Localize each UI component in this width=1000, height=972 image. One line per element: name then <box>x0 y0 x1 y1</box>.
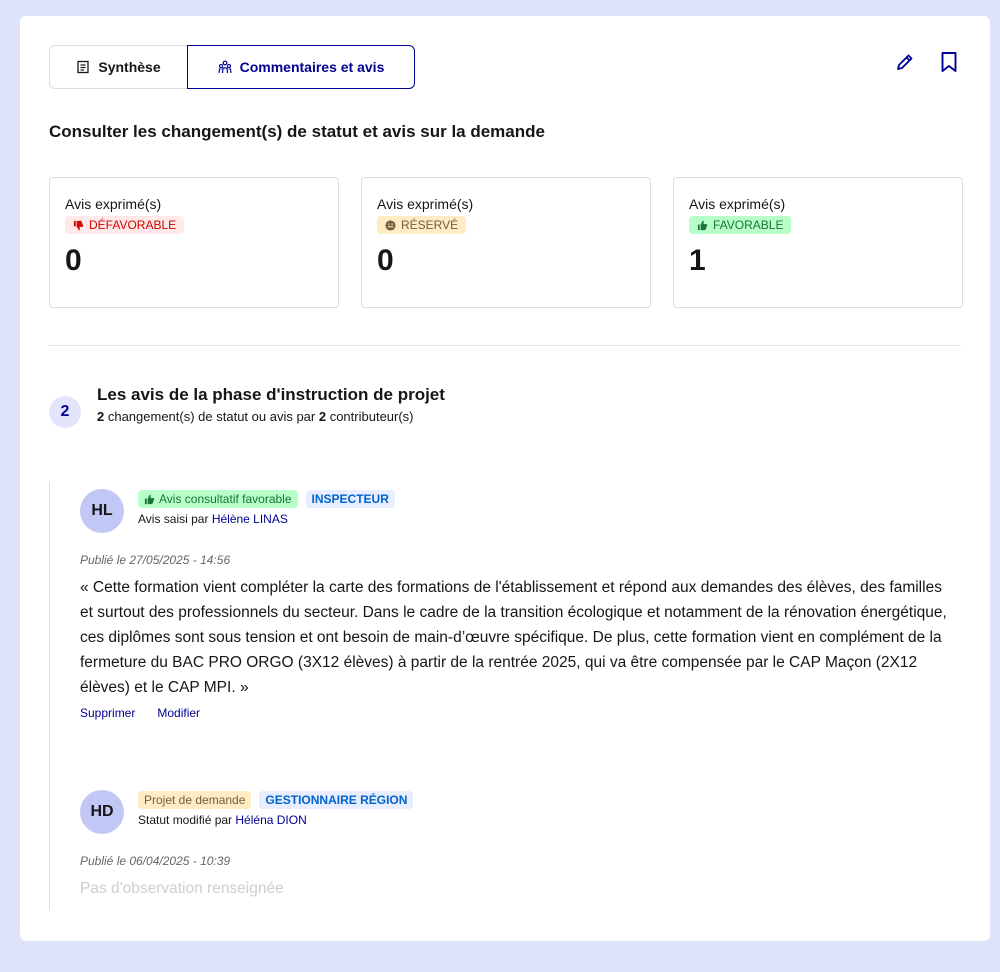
timeline: HL Avis consultatif favorable INSPECTEUR… <box>49 482 961 910</box>
author-line: Statut modifié par Héléna DION <box>138 813 413 827</box>
delete-link[interactable]: Supprimer <box>80 706 135 720</box>
pencil-icon <box>897 54 913 70</box>
subtitle-text: changement(s) de statut ou avis par <box>104 409 319 424</box>
neutral-face-icon <box>385 219 396 231</box>
role-tag: INSPECTEUR <box>305 490 395 508</box>
tab-label: Synthèse <box>98 59 161 75</box>
badge-label: RÉSERVÉ <box>401 218 459 232</box>
author-link[interactable]: Héléna DION <box>235 813 306 827</box>
timeline-entry: HL Avis consultatif favorable INSPECTEUR… <box>50 482 961 746</box>
status-badge: RÉSERVÉ <box>377 216 467 234</box>
avatar: HL <box>80 489 124 533</box>
comment-body: « Cette formation vient compléter la car… <box>80 579 947 696</box>
status-badge: FAVORABLE <box>689 216 792 234</box>
top-actions <box>894 51 960 73</box>
people-icon <box>218 60 232 74</box>
status-tag-label: Avis consultatif favorable <box>159 492 292 506</box>
contributor-count: 2 <box>318 409 327 424</box>
bookmark-button[interactable] <box>938 51 960 73</box>
role-tag: GESTIONNAIRE RÉGION <box>259 791 414 809</box>
thumbs-down-icon <box>73 220 84 231</box>
document-icon <box>77 60 90 74</box>
tab-label: Commentaires et avis <box>239 59 385 75</box>
stat-card-defavorable: Avis exprimé(s) DÉFAVORABLE 0 <box>49 177 339 308</box>
tab-bar: Synthèse Commentaires et avis <box>49 45 415 89</box>
tab-commentaires[interactable]: Commentaires et avis <box>187 45 415 89</box>
phase-subtitle: 2 changement(s) de statut ou avis par 2 … <box>97 409 445 424</box>
status-badge: DÉFAVORABLE <box>65 216 185 234</box>
publish-date: Publié le 06/04/2025 - 10:39 <box>80 854 231 868</box>
phase-title: Les avis de la phase d'instruction de pr… <box>97 385 445 404</box>
main-card: Synthèse Commentaires et avis Consulter … <box>20 16 990 941</box>
stats-row: Avis exprimé(s) DÉFAVORABLE 0 Avis expri… <box>49 177 963 308</box>
stat-card-reserve: Avis exprimé(s) RÉSERVÉ 0 <box>361 177 651 308</box>
timeline-entry: HD Projet de demande GESTIONNAIRE RÉGION… <box>50 783 961 910</box>
stat-label: Avis exprimé(s) <box>689 196 786 212</box>
section-title: Consulter les changement(s) de statut et… <box>49 122 545 141</box>
badge-label: DÉFAVORABLE <box>89 218 177 232</box>
publish-date: Publié le 27/05/2025 - 14:56 <box>80 553 231 567</box>
stat-value: 1 <box>689 243 706 277</box>
bookmark-icon <box>941 52 957 72</box>
stat-card-favorable: Avis exprimé(s) FAVORABLE 1 <box>673 177 963 308</box>
edit-button[interactable] <box>894 51 916 73</box>
stat-value: 0 <box>377 243 394 277</box>
status-tag: Projet de demande <box>138 791 252 809</box>
divider <box>49 345 961 346</box>
author-prefix: Avis saisi par <box>138 512 212 526</box>
subtitle-text: contributeur(s) <box>326 409 414 424</box>
phase-count-badge: 2 <box>49 396 81 428</box>
author-prefix: Statut modifié par <box>138 813 236 827</box>
status-tag: Avis consultatif favorable <box>138 490 298 508</box>
phase-header: 2 Les avis de la phase d'instruction de … <box>49 385 445 428</box>
stat-label: Avis exprimé(s) <box>65 196 162 212</box>
stat-label: Avis exprimé(s) <box>377 196 474 212</box>
author-line: Avis saisi par Hélène LINAS <box>138 512 395 526</box>
avatar: HD <box>80 790 124 834</box>
thumbs-up-icon <box>697 219 708 230</box>
stat-value: 0 <box>65 243 82 277</box>
modify-link[interactable]: Modifier <box>157 706 200 720</box>
comment-body: Pas d'observation renseignée <box>80 880 284 897</box>
author-link[interactable]: Hélène LINAS <box>212 512 288 526</box>
tab-synthese[interactable]: Synthèse <box>49 45 188 89</box>
thumbs-up-icon <box>144 493 155 504</box>
badge-label: FAVORABLE <box>713 218 784 232</box>
